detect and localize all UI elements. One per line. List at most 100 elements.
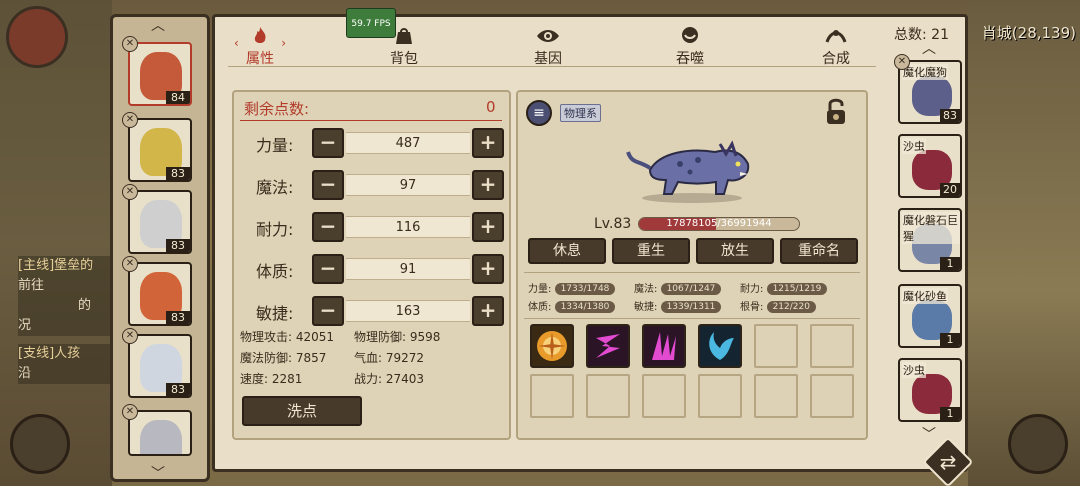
pet-level-badge: 20 [940, 183, 960, 196]
unlock-icon[interactable]: ✕ [122, 256, 138, 272]
empty-skill-slot[interactable] [754, 374, 798, 418]
unlock-icon[interactable]: ✕ [122, 36, 138, 52]
stat-label: 魔法: [256, 178, 294, 197]
tab-gene[interactable]: 基因 [518, 26, 578, 68]
remaining-divider [240, 120, 502, 121]
quest-main-line1: 前往 [18, 276, 114, 296]
stat-decrease-button[interactable]: − [312, 296, 344, 326]
stat-label: 力量: [256, 136, 294, 155]
empty-skill-slot[interactable] [810, 324, 854, 368]
pet-level: Lv.83 [594, 216, 632, 232]
player-avatar[interactable] [6, 6, 68, 68]
empty-skill-slot[interactable] [530, 374, 574, 418]
unlock-icon[interactable]: ✕ [894, 54, 910, 70]
pet-list-card[interactable]: 沙虫 1 [898, 358, 962, 422]
quest-main-title[interactable]: [主线]堡垒的 [18, 256, 114, 276]
owned-pet-card[interactable] [128, 410, 192, 456]
pet-level-badge: 84 [166, 91, 190, 104]
pet-list-name: 魔化魔狗 [902, 64, 948, 80]
pet-list-card[interactable]: 魔化魔狗 83 [898, 60, 962, 124]
lock-icon[interactable] [822, 96, 850, 128]
quest-main-line2: 的 [18, 296, 114, 316]
owned-pet-card[interactable]: 83 [128, 262, 192, 326]
synthesis-icon [825, 30, 847, 43]
physical-attack: 物理攻击: 42051 [240, 330, 335, 344]
pet-list-name: 沙虫 [902, 362, 926, 378]
unlock-icon[interactable]: ✕ [122, 112, 138, 128]
list-icon[interactable]: ≡ [526, 100, 552, 126]
pet-list-name: 魔化磐石巨猩 [902, 212, 960, 244]
pet-list-card[interactable]: 魔化磐石巨猩 1 [898, 208, 962, 272]
empty-skill-slot[interactable] [810, 374, 854, 418]
stat-decrease-button[interactable]: − [312, 170, 344, 200]
blue-wing-skill[interactable] [698, 324, 742, 368]
aptitude-item: 力量: 1733/1748 [528, 280, 616, 295]
chevron-down-icon[interactable]: ﹀ [922, 424, 936, 444]
owned-pet-card[interactable]: 84 [128, 42, 192, 106]
stat-increase-button[interactable]: + [472, 296, 504, 326]
owned-pet-card[interactable]: 83 [128, 190, 192, 254]
stat-value: 163 [346, 300, 470, 322]
rebirth-button[interactable]: 重生 [612, 238, 690, 264]
pet-type-tag: 物理系 [560, 104, 601, 122]
stat-increase-button[interactable]: + [472, 212, 504, 242]
stat-increase-button[interactable]: + [472, 254, 504, 284]
reset-points-button[interactable]: 洗点 [242, 396, 362, 426]
pink-slash-skill[interactable] [586, 324, 630, 368]
tab-synthesis[interactable]: 合成 [806, 26, 866, 68]
rest-button[interactable]: 休息 [528, 238, 606, 264]
chevron-down-icon[interactable]: ﹀ [151, 463, 165, 483]
unlock-icon[interactable]: ✕ [122, 328, 138, 344]
empty-skill-slot[interactable] [586, 374, 630, 418]
tab-devour[interactable]: 吞噬 [660, 26, 720, 68]
rename-button[interactable]: 重命名 [780, 238, 858, 264]
stat-value: 116 [346, 216, 470, 238]
stat-value: 487 [346, 132, 470, 154]
stat-increase-button[interactable]: + [472, 170, 504, 200]
tab-label: 合成 [822, 51, 850, 67]
stat-label: 体质: [256, 262, 294, 281]
unlock-icon[interactable]: ✕ [122, 184, 138, 200]
hp-stat: 气血: 79272 [354, 351, 425, 365]
eye-icon [537, 30, 559, 42]
pet-level-badge: 83 [166, 239, 190, 252]
stat-value: 91 [346, 258, 470, 280]
chevron-up-icon[interactable]: ︿ [151, 15, 165, 35]
empty-skill-slot[interactable] [698, 374, 742, 418]
pink-claw-skill[interactable] [642, 324, 686, 368]
fire-icon [254, 27, 266, 43]
pet-sprite [626, 140, 750, 203]
stat-label: 敏捷: [256, 304, 294, 323]
aptitude-divider [524, 318, 860, 319]
owned-pet-card[interactable]: 83 [128, 118, 192, 182]
fps-badge: 59.7 FPS [346, 8, 396, 38]
stat-decrease-button[interactable]: − [312, 254, 344, 284]
chevron-up-icon[interactable]: ︿ [922, 38, 936, 58]
empty-skill-slot[interactable] [642, 374, 686, 418]
stat-decrease-button[interactable]: − [312, 128, 344, 158]
empty-skill-slot[interactable] [754, 324, 798, 368]
bottom-left-round-button[interactable] [10, 414, 70, 474]
pet-level-badge: 1 [940, 407, 960, 420]
unlock-icon[interactable]: ✕ [122, 404, 138, 420]
pet-list-card[interactable]: 魔化砂鱼 1 [898, 284, 962, 348]
physical-defense: 物理防御: 9598 [354, 330, 441, 344]
tab-label: 背包 [390, 51, 418, 67]
aptitude-item: 体质: 1334/1380 [528, 298, 616, 313]
stat-decrease-button[interactable]: − [312, 212, 344, 242]
stat-value: 97 [346, 174, 470, 196]
speed-stat: 速度: 2281 [240, 372, 303, 386]
owned-pet-card[interactable]: 83 [128, 334, 192, 398]
pet-list-card[interactable]: 沙虫 20 [898, 134, 962, 198]
release-button[interactable]: 放生 [696, 238, 774, 264]
bottom-right-round-button[interactable] [1008, 414, 1068, 474]
tab-label: 吞噬 [676, 51, 704, 67]
orange-burst-skill[interactable] [530, 324, 574, 368]
remaining-points-value: 0 [486, 98, 496, 116]
magic-defense: 魔法防御: 7857 [240, 351, 327, 365]
quest-main-line3: 况 [18, 316, 114, 336]
stat-increase-button[interactable]: + [472, 128, 504, 158]
pet-portrait [140, 420, 182, 454]
tab-attributes[interactable]: ‹ 属性 › [230, 26, 290, 68]
quest-side-title[interactable]: [支线]人孩 [18, 344, 114, 364]
